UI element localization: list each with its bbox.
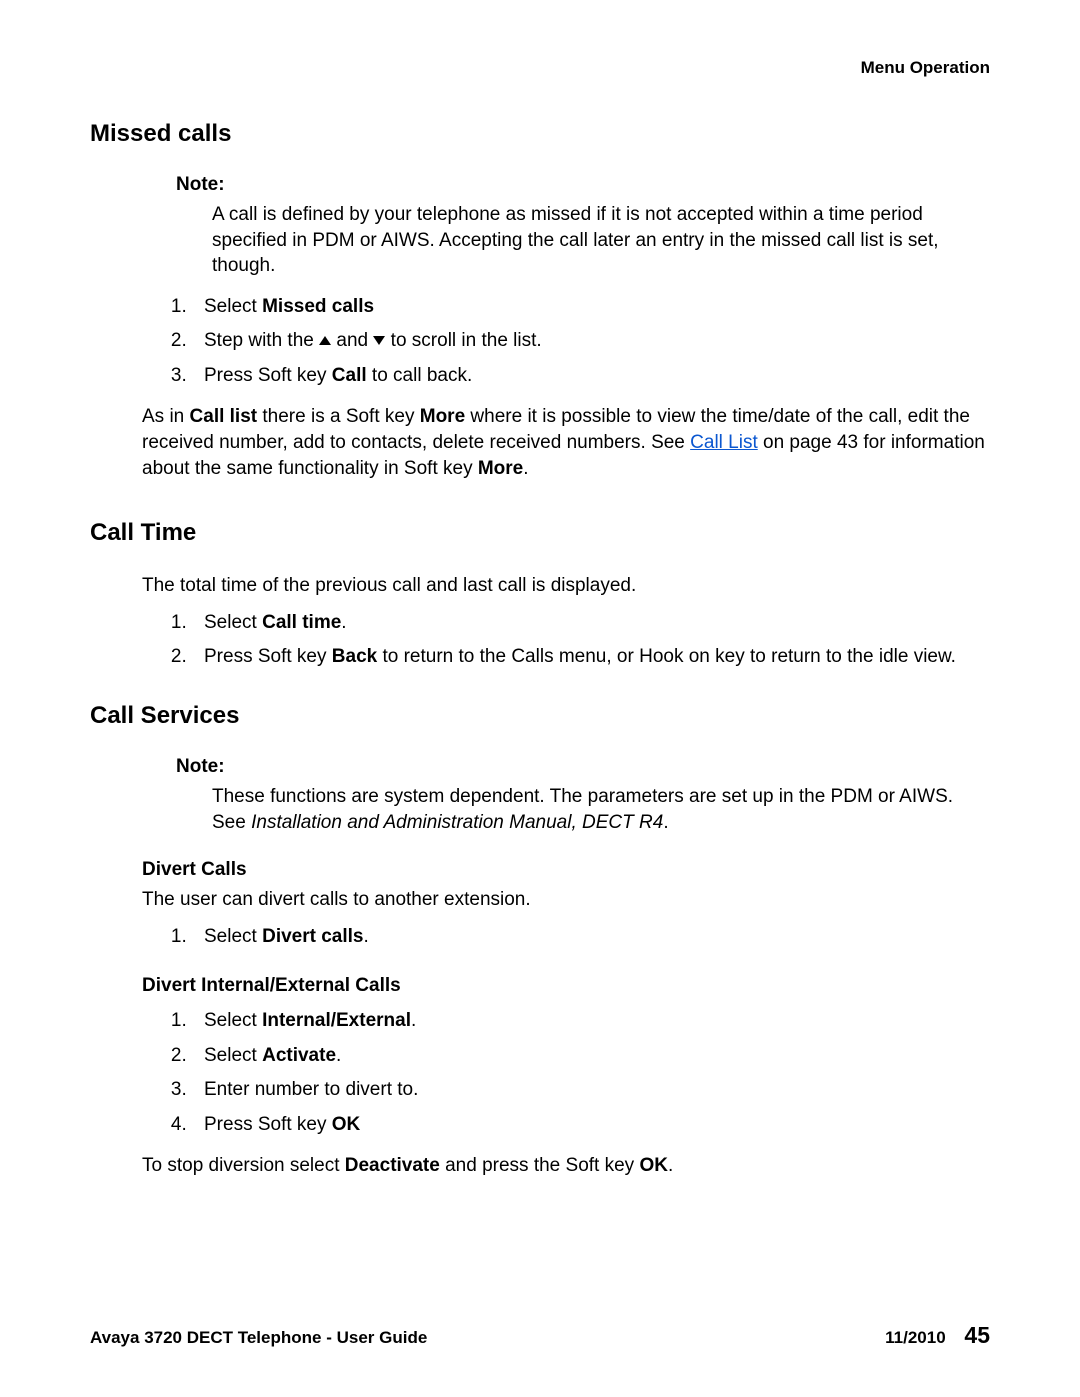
heading-missed-calls: Missed calls	[90, 120, 990, 148]
step-text: .	[411, 1010, 416, 1031]
step-bold: Call	[332, 365, 367, 386]
heading-divert-internal-external: Divert Internal/External Calls	[142, 975, 990, 997]
step-text: Select	[204, 926, 262, 947]
note-block-call-services: Note: These functions are system depende…	[176, 756, 990, 835]
step-text: to scroll in the list.	[385, 330, 541, 351]
para-bold: More	[478, 458, 523, 479]
para-text: .	[668, 1155, 673, 1176]
step-text: .	[336, 1045, 341, 1066]
note-label: Note:	[176, 174, 990, 196]
step-text: and	[331, 330, 373, 351]
arrow-up-icon	[319, 336, 331, 345]
note-body: These functions are system dependent. Th…	[212, 784, 990, 835]
arrow-down-icon	[373, 336, 385, 345]
list-item: Select Call time.	[192, 609, 990, 638]
para-bold: More	[420, 406, 465, 427]
note-block-missed-calls: Note: A call is defined by your telephon…	[176, 174, 990, 279]
heading-divert-calls: Divert Calls	[142, 859, 990, 881]
list-item: Step with the and to scroll in the list.	[192, 327, 990, 356]
paragraph-missed-calls: As in Call list there is a Soft key More…	[142, 404, 990, 481]
list-item: Select Internal/External.	[192, 1007, 990, 1036]
footer-date: 11/2010	[885, 1328, 946, 1347]
steps-call-time: Select Call time. Press Soft key Back to…	[156, 609, 990, 672]
footer-right: 11/2010 45	[885, 1322, 990, 1349]
step-text: Select	[204, 1010, 262, 1031]
step-bold: Back	[332, 646, 377, 667]
list-item: Press Soft key Back to return to the Cal…	[192, 643, 990, 672]
para-text: and press the Soft key	[440, 1155, 640, 1176]
step-text: Select	[204, 1045, 262, 1066]
breadcrumb: Menu Operation	[90, 58, 990, 78]
link-call-list[interactable]: Call List	[690, 432, 758, 453]
step-text: .	[341, 612, 346, 633]
list-item: Select Activate.	[192, 1042, 990, 1071]
para-bold: Call list	[190, 406, 258, 427]
list-item: Select Missed calls	[192, 293, 990, 322]
step-text: .	[364, 926, 369, 947]
step-bold: Activate	[262, 1045, 336, 1066]
step-text: to return to the Calls menu, or Hook on …	[377, 646, 956, 667]
note-label: Note:	[176, 756, 990, 778]
note-text: .	[663, 812, 668, 833]
para-text: To stop diversion select	[142, 1155, 345, 1176]
step-text: to call back.	[367, 365, 473, 386]
step-text: Press Soft key	[204, 646, 332, 667]
step-bold: Call time	[262, 612, 341, 633]
footer-title: Avaya 3720 DECT Telephone - User Guide	[90, 1328, 427, 1348]
list-item: Press Soft key OK	[192, 1111, 990, 1140]
page-number: 45	[964, 1322, 990, 1348]
step-text: Select	[204, 612, 262, 633]
paragraph-call-time-intro: The total time of the previous call and …	[142, 573, 990, 599]
page-footer: Avaya 3720 DECT Telephone - User Guide 1…	[90, 1322, 990, 1349]
paragraph-divert-calls-intro: The user can divert calls to another ext…	[142, 887, 990, 913]
step-bold: Missed calls	[262, 296, 374, 317]
step-text: Select	[204, 296, 262, 317]
list-item: Press Soft key Call to call back.	[192, 362, 990, 391]
steps-divert-ie: Select Internal/External. Select Activat…	[156, 1007, 990, 1139]
document-page: Menu Operation Missed calls Note: A call…	[0, 0, 1080, 1397]
heading-call-time: Call Time	[90, 519, 990, 547]
para-text: As in	[142, 406, 190, 427]
step-text: Step with the	[204, 330, 319, 351]
step-text: Press Soft key	[204, 365, 332, 386]
heading-call-services: Call Services	[90, 702, 990, 730]
step-bold: Internal/External	[262, 1010, 411, 1031]
note-italic: Installation and Administration Manual, …	[251, 812, 663, 833]
note-body: A call is defined by your telephone as m…	[212, 202, 990, 279]
para-bold: OK	[639, 1155, 668, 1176]
step-text: Press Soft key	[204, 1114, 332, 1135]
steps-divert-calls: Select Divert calls.	[156, 923, 990, 952]
steps-missed-calls: Select Missed calls Step with the and to…	[156, 293, 990, 391]
step-bold: Divert calls	[262, 926, 363, 947]
step-bold: OK	[332, 1114, 361, 1135]
para-text: .	[523, 458, 528, 479]
para-text: there is a Soft key	[257, 406, 420, 427]
list-item: Select Divert calls.	[192, 923, 990, 952]
paragraph-stop-diversion: To stop diversion select Deactivate and …	[142, 1153, 990, 1179]
list-item: Enter number to divert to.	[192, 1076, 990, 1105]
para-bold: Deactivate	[345, 1155, 440, 1176]
